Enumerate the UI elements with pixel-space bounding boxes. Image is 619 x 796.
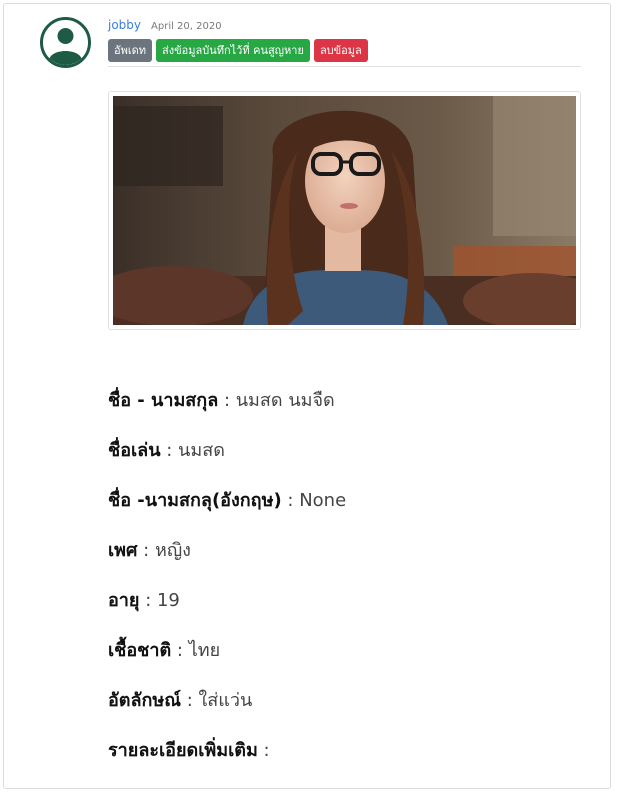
send-to-missing-persons-button[interactable]: ส่งข้อมูลบันทึกไว้ที่ คนสูญหาย (156, 39, 310, 62)
detail-label: รายละเอียดเพิ่มเติม (108, 740, 258, 761)
detail-label: ชื่อ - นามสกุล (108, 390, 219, 411)
detail-value: หญิง (154, 540, 191, 561)
post-actions: อัพเดท ส่งข้อมูลบันทึกไว้ที่ คนสูญหาย ลบ… (108, 39, 368, 62)
delete-button[interactable]: ลบข้อมูล (313, 39, 368, 62)
detail-separator: : (160, 440, 179, 461)
detail-label: อัตลักษณ์ (108, 690, 181, 711)
detail-row-additional: รายละเอียดเพิ่มเติม : (108, 734, 588, 784)
detail-separator: : (281, 490, 300, 511)
person-photo (108, 91, 581, 330)
post-meta: jobby April 20, 2020 (108, 18, 222, 36)
detail-separator: : (218, 390, 236, 411)
update-button[interactable]: อัพเดท (108, 39, 153, 62)
detail-value: ใส่แว่น (198, 690, 253, 711)
detail-row-fullname: ชื่อ - นามสกุล : นมสด นมจืด (108, 384, 588, 434)
detail-separator: : (139, 590, 157, 611)
detail-label: เพศ (108, 540, 138, 561)
detail-row-identity: อัตลักษณ์ : ใส่แว่น (108, 684, 588, 734)
detail-row-age: อายุ : 19 (108, 584, 588, 634)
detail-value: 19 (156, 590, 180, 611)
detail-separator: : (257, 740, 270, 761)
detail-label: เชื้อชาติ (108, 640, 172, 661)
detail-value: นมสด (178, 440, 225, 461)
detail-value: นมสด นมจืด (235, 390, 335, 411)
detail-separator: : (171, 640, 189, 661)
detail-row-gender: เพศ : หญิง (108, 534, 588, 584)
detail-separator: : (181, 690, 199, 711)
user-avatar-icon (40, 17, 91, 68)
post-card: jobby April 20, 2020 อัพเดท ส่งข้อมูลบัน… (3, 3, 611, 789)
person-details: ชื่อ - นามสกุล : นมสด นมจืด ชื่อเล่น : น… (108, 384, 588, 784)
detail-label: อายุ (108, 590, 140, 611)
detail-row-ethnicity: เชื้อชาติ : ไทย (108, 634, 588, 684)
detail-value: None (299, 490, 347, 511)
detail-label: ชื่อเล่น (108, 440, 161, 461)
detail-row-english-name: ชื่อ -นามสกลุ(อังกฤษ) : None (108, 484, 588, 534)
detail-separator: : (137, 540, 155, 561)
divider (108, 66, 581, 67)
detail-value: ไทย (188, 640, 221, 661)
author-link[interactable]: jobby (108, 18, 141, 32)
detail-row-nickname: ชื่อเล่น : นมสด (108, 434, 588, 484)
post-date: April 20, 2020 (151, 21, 222, 32)
detail-label: ชื่อ -นามสกลุ(อังกฤษ) (108, 490, 282, 511)
